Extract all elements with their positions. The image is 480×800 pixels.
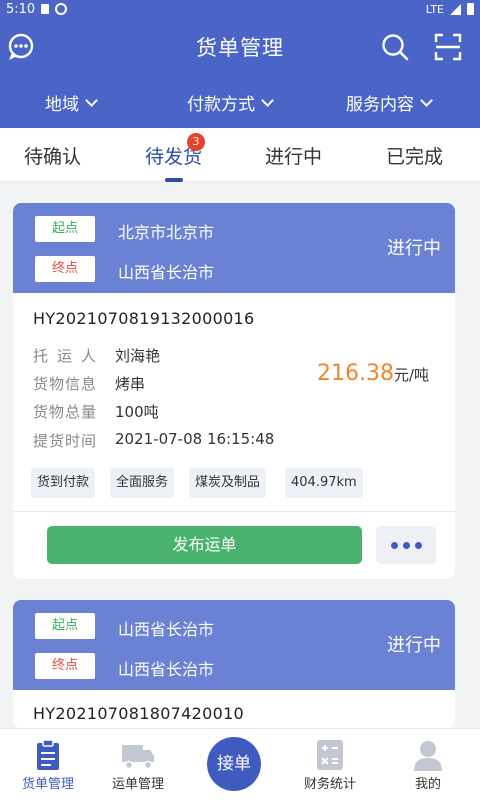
order-status: 进行中: [387, 238, 441, 259]
pickup-row: 提货时间 2021-07-08 16:15:48: [33, 430, 274, 451]
active-tab-indicator: [165, 178, 183, 182]
chevron-down-icon: [261, 93, 274, 107]
nav-profile-label: 我的: [414, 777, 441, 792]
goods-row: 货物信息 烤串: [33, 373, 145, 394]
bottom-nav: 货单管理 运单管理 接单 财务统计 我的: [0, 728, 480, 800]
signal-icon: [450, 3, 461, 15]
total-label: 货物总量: [33, 403, 98, 421]
tag-payment: 货到付款: [31, 468, 96, 498]
nav-cargo-orders[interactable]: 货单管理: [0, 729, 96, 800]
more-dot-icon: [414, 541, 422, 549]
nav-profile[interactable]: 我的: [380, 729, 476, 800]
filter-payment[interactable]: 付款方式: [187, 90, 274, 115]
start-city: 山西省长治市: [118, 620, 215, 639]
total-row: 货物总量 100吨: [33, 401, 159, 422]
price-value: 216.38: [317, 361, 394, 386]
price-unit: 元/吨: [393, 366, 430, 384]
unit-price: 216.38元/吨: [317, 361, 429, 386]
pickup-label: 提货时间: [33, 432, 98, 450]
tag-cargo-type: 煤炭及制品: [189, 468, 267, 498]
filter-bar: 地域 付款方式 服务内容: [0, 90, 480, 116]
truck-icon: [122, 745, 154, 770]
more-button[interactable]: [376, 526, 436, 564]
goods-value: 烤串: [115, 375, 146, 393]
app-header: 货单管理 地域 付款方式 服务内容: [0, 18, 480, 128]
clipboard-icon: [37, 739, 59, 770]
goods-label: 货物信息: [33, 375, 98, 393]
route-header: 起点 北京市北京市 终点 山西省长治市 进行中: [13, 203, 455, 293]
order-card[interactable]: 起点 北京市北京市 终点 山西省长治市 进行中 HY20210708191320…: [13, 203, 455, 579]
start-tag: 起点: [35, 216, 95, 242]
publish-waybill-button[interactable]: 发布运单: [47, 526, 362, 564]
user-icon: [414, 741, 442, 771]
tab-count-badge: 3: [187, 133, 205, 151]
tab-pending-confirm[interactable]: 待确认: [24, 142, 81, 169]
chevron-down-icon: [420, 93, 433, 107]
order-status: 进行中: [387, 635, 441, 656]
end-city: 山西省长治市: [118, 660, 215, 679]
route-header: 起点 山西省长治市 终点 山西省长治市 进行中: [13, 600, 455, 690]
chevron-down-icon: [85, 93, 98, 107]
filter-payment-label: 付款方式: [187, 95, 255, 115]
total-value: 100吨: [115, 403, 159, 421]
end-tag: 终点: [35, 256, 95, 282]
network-label: LTE: [425, 2, 444, 16]
divider: [13, 511, 455, 512]
calculator-icon: [317, 740, 343, 770]
order-number: HY202107081807420010: [33, 704, 245, 723]
shipper-row: 托运人 刘海艳: [33, 345, 160, 366]
nav-waybills-label: 运单管理: [111, 777, 164, 792]
tag-service: 全面服务: [110, 468, 175, 498]
end-city: 山西省长治市: [118, 263, 215, 282]
order-number: HY2021070819132000016: [33, 309, 255, 328]
status-tabs: 待确认 待发货 进行中 已完成: [0, 128, 480, 182]
tab-completed[interactable]: 已完成: [386, 142, 443, 169]
sync-icon: [55, 3, 68, 15]
nav-finance[interactable]: 财务统计: [282, 729, 378, 800]
status-bar: 5:10 LTE: [0, 0, 480, 18]
filter-service[interactable]: 服务内容: [346, 90, 433, 115]
filter-region[interactable]: 地域: [45, 90, 98, 115]
shipper-value: 刘海艳: [115, 347, 161, 365]
scan-icon[interactable]: [433, 32, 463, 62]
filter-service-label: 服务内容: [346, 95, 414, 115]
nav-finance-label: 财务统计: [303, 777, 356, 792]
accept-order-button[interactable]: 接单: [207, 737, 261, 791]
sim-icon: [41, 4, 50, 14]
tag-distance: 404.97km: [285, 468, 363, 498]
start-tag: 起点: [35, 613, 95, 639]
tab-in-progress[interactable]: 进行中: [265, 142, 322, 169]
filter-region-label: 地域: [45, 95, 79, 115]
order-card[interactable]: 起点 山西省长治市 终点 山西省长治市 进行中 HY20210708180742…: [13, 600, 455, 728]
shipper-label: 托运人: [33, 347, 106, 365]
nav-waybills[interactable]: 运单管理: [90, 729, 186, 800]
pickup-value: 2021-07-08 16:15:48: [115, 430, 275, 448]
start-city: 北京市北京市: [118, 223, 215, 242]
status-time: 5:10: [6, 1, 36, 17]
search-icon[interactable]: [380, 32, 410, 62]
more-dot-icon: [390, 541, 398, 549]
end-tag: 终点: [35, 653, 95, 679]
more-dot-icon: [402, 541, 410, 549]
nav-cargo-orders-label: 货单管理: [21, 777, 74, 792]
battery-icon: [467, 3, 474, 15]
